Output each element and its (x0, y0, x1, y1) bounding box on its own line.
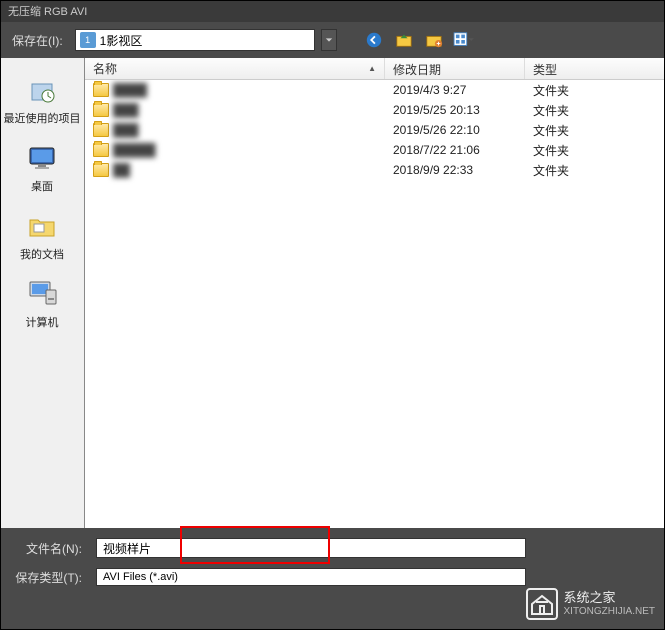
file-name: ██ (113, 163, 130, 177)
filename-input[interactable] (96, 538, 526, 558)
file-name: █████ (113, 143, 156, 157)
view-mode-icon[interactable] (453, 29, 475, 51)
file-date: 2018/9/9 22:33 (385, 163, 525, 177)
file-row[interactable]: ███ 2019/5/25 20:13 文件夹 (85, 100, 665, 120)
documents-icon (26, 210, 58, 242)
file-row[interactable]: █████ 2018/7/22 21:06 文件夹 (85, 140, 665, 160)
file-row[interactable]: ███ 2019/5/26 22:10 文件夹 (85, 120, 665, 140)
folder-icon (93, 123, 109, 137)
file-name: ███ (113, 103, 139, 117)
sidebar-item-desktop[interactable]: 桌面 (0, 134, 84, 202)
location-toolbar: 保存在(I): 1 1影视区 (0, 22, 665, 58)
sidebar-label: 计算机 (26, 314, 59, 330)
filename-label: 文件名(N): (8, 540, 86, 557)
sidebar-item-recent[interactable]: 最近使用的项目 (0, 66, 84, 134)
folder-icon (93, 163, 109, 177)
file-type: 文件夹 (525, 122, 665, 139)
desktop-icon (26, 142, 58, 174)
file-list[interactable]: ████ 2019/4/3 9:27 文件夹 ███ 2019/5/25 20:… (85, 80, 665, 528)
window-title: 无压缩 RGB AVI (8, 6, 87, 18)
sidebar-label: 最近使用的项目 (4, 110, 81, 126)
sort-arrow-icon: ▲ (368, 64, 376, 73)
location-text: 1影视区 (100, 32, 143, 49)
file-type: 文件夹 (525, 162, 665, 179)
filetype-combo[interactable]: AVI Files (*.avi) (96, 568, 526, 586)
watermark-url: XITONGZHIJIA.NET (564, 606, 656, 617)
folder-icon (93, 103, 109, 117)
file-type: 文件夹 (525, 142, 665, 159)
computer-icon (26, 278, 58, 310)
title-bar: 无压缩 RGB AVI (0, 0, 665, 22)
new-folder-icon[interactable] (423, 29, 445, 51)
file-date: 2019/5/26 22:10 (385, 123, 525, 137)
sidebar-label: 我的文档 (20, 246, 64, 262)
file-type: 文件夹 (525, 102, 665, 119)
file-date: 2019/5/25 20:13 (385, 103, 525, 117)
save-in-label: 保存在(I): (6, 32, 69, 49)
column-header-date[interactable]: 修改日期 (385, 58, 525, 79)
sidebar-item-documents[interactable]: 我的文档 (0, 202, 84, 270)
file-date: 2018/7/22 21:06 (385, 143, 525, 157)
column-header-name[interactable]: 名称 ▲ (85, 58, 385, 79)
sidebar-label: 桌面 (31, 178, 53, 194)
file-name: ███ (113, 123, 139, 137)
folder-badge-icon: 1 (80, 32, 96, 48)
file-row[interactable]: ██ 2018/9/9 22:33 文件夹 (85, 160, 665, 180)
file-type: 文件夹 (525, 82, 665, 99)
up-folder-icon[interactable] (393, 29, 415, 51)
filetype-value: AVI Files (*.avi) (103, 571, 178, 583)
places-sidebar: 最近使用的项目 桌面 我的文档 计算机 (0, 58, 85, 528)
file-date: 2019/4/3 9:27 (385, 83, 525, 97)
file-list-area: 名称 ▲ 修改日期 类型 ████ 2019/4/3 9:27 文件夹 ███ … (85, 58, 665, 528)
list-header: 名称 ▲ 修改日期 类型 (85, 58, 665, 80)
column-header-type[interactable]: 类型 (525, 58, 665, 79)
recent-icon (26, 74, 58, 106)
filetype-label: 保存类型(T): (8, 569, 86, 586)
folder-icon (93, 143, 109, 157)
back-icon[interactable] (363, 29, 385, 51)
sidebar-item-computer[interactable]: 计算机 (0, 270, 84, 338)
folder-icon (93, 83, 109, 97)
bottom-panel: 文件名(N): 保存类型(T): AVI Files (*.avi) (0, 528, 665, 604)
file-row[interactable]: ████ 2019/4/3 9:27 文件夹 (85, 80, 665, 100)
location-combo[interactable]: 1 1影视区 (75, 29, 315, 51)
location-dropdown-button[interactable] (321, 29, 337, 51)
file-name: ████ (113, 83, 147, 97)
